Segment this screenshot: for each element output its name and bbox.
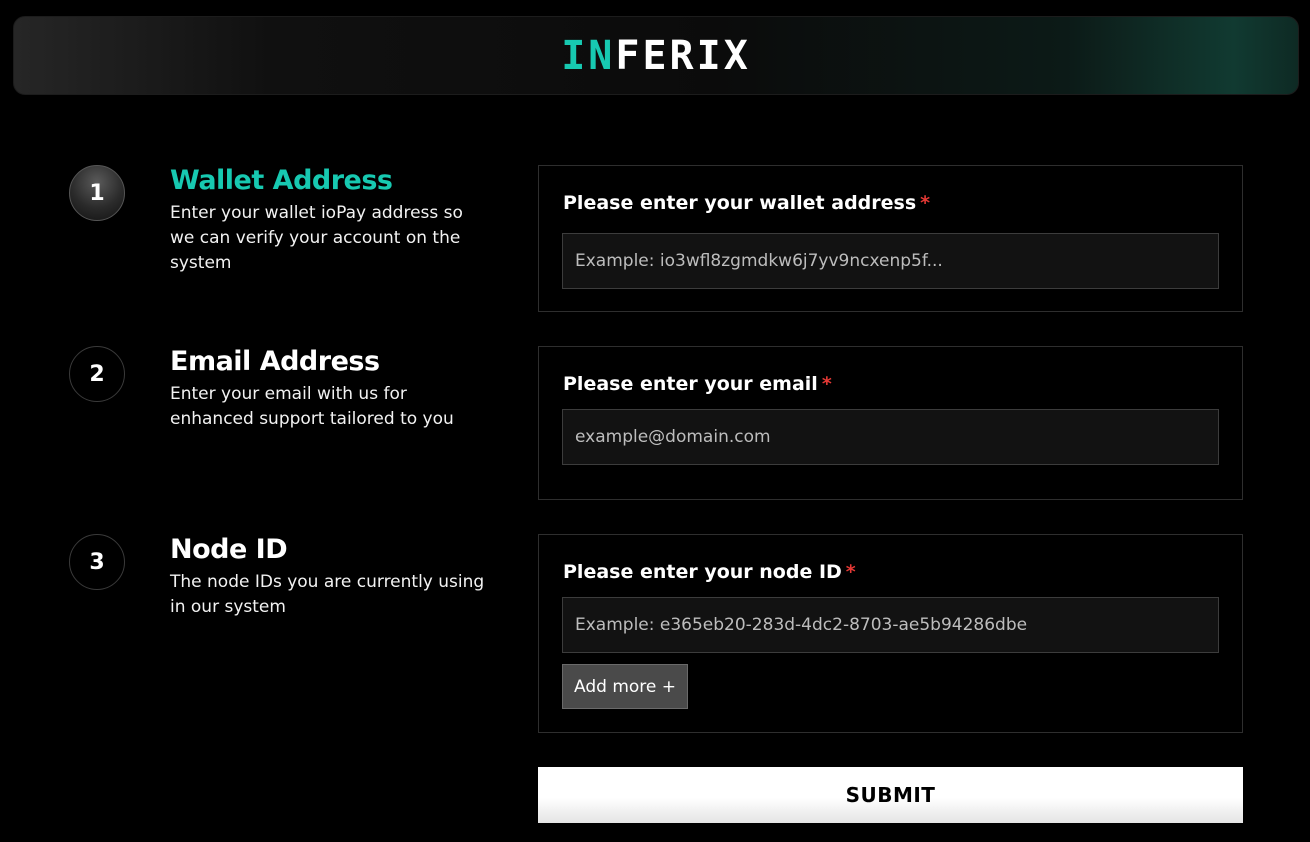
step-description: The node IDs you are currently using in … bbox=[170, 572, 485, 617]
submit-button[interactable]: SUBMIT bbox=[538, 767, 1243, 823]
required-mark: * bbox=[920, 192, 931, 214]
logo-accent-text: IN bbox=[561, 32, 616, 79]
step-title: Node ID bbox=[170, 534, 288, 565]
step-description: Enter your wallet ioPay address so we ca… bbox=[170, 203, 463, 273]
node-id-label: Please enter your node ID * bbox=[563, 561, 856, 583]
node-id-input[interactable] bbox=[562, 597, 1219, 653]
step-number-badge: 3 bbox=[69, 534, 125, 590]
required-mark: * bbox=[845, 561, 856, 583]
app-header: INFERIX bbox=[13, 16, 1299, 95]
step-node-id: 3 Node ID The node IDs you are currently… bbox=[69, 534, 499, 624]
wallet-address-label: Please enter your wallet address * bbox=[563, 192, 930, 214]
step-number-badge: 1 bbox=[69, 165, 125, 221]
email-label: Please enter your email * bbox=[563, 373, 832, 395]
step-wallet-address: 1 Wallet Address Enter your wallet ioPay… bbox=[69, 165, 499, 275]
wallet-address-input[interactable] bbox=[562, 233, 1219, 289]
node-id-card: Please enter your node ID* Add more + bbox=[538, 534, 1243, 733]
email-label-text: Please enter your email bbox=[563, 373, 818, 395]
node-id-label-text: Please enter your node ID bbox=[563, 561, 842, 583]
step-email-address: 2 Email Address Enter your email with us… bbox=[69, 346, 499, 436]
email-input[interactable] bbox=[562, 409, 1219, 465]
inferix-logo[interactable]: INFERIX bbox=[561, 36, 751, 76]
step-description: Enter your email with us for enhanced su… bbox=[170, 384, 454, 429]
wallet-address-label-text: Please enter your wallet address bbox=[563, 192, 917, 214]
step-title: Email Address bbox=[170, 346, 380, 377]
logo-rest-text: FERIX bbox=[615, 32, 751, 79]
step-title: Wallet Address bbox=[170, 165, 393, 196]
add-more-button[interactable]: Add more + bbox=[562, 664, 688, 709]
required-mark: * bbox=[821, 373, 832, 395]
email-card: Please enter your email * bbox=[538, 346, 1243, 500]
step-number-badge: 2 bbox=[69, 346, 125, 402]
wallet-address-card: Please enter your wallet address * bbox=[538, 165, 1243, 312]
